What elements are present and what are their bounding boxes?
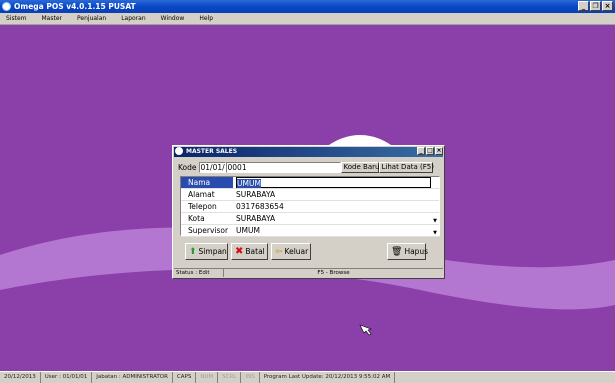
telepon-label: Telepon xyxy=(188,202,217,211)
simpan-button[interactable]: ⬆ Simpan xyxy=(185,243,228,260)
save-icon: ⬆ xyxy=(189,246,197,257)
form-row-nama[interactable]: Nama UMUM xyxy=(181,177,439,189)
menu-sistem[interactable]: Sistem xyxy=(6,15,27,22)
menu-penjualan[interactable]: Penjualan xyxy=(77,15,106,22)
status-date: 20/12/2013 xyxy=(0,372,41,383)
kode-prefix-field[interactable]: 01/01/ xyxy=(198,161,226,173)
kode-field[interactable]: 0001 xyxy=(225,161,341,173)
dialog-statusbar: Status : Edit F5 - Browse xyxy=(174,268,443,277)
master-sales-dialog: MASTER SALES _ □ × Kode 01/01/ 0001 Kode… xyxy=(172,145,445,279)
kota-field[interactable]: SURABAYA xyxy=(236,213,431,224)
form-row-supervisor[interactable]: Supervisor UMUM ▼ xyxy=(181,225,439,237)
status-last-update: Program Last Update: 20/12/2013 9:55:02 … xyxy=(260,372,396,383)
simpan-label: Simpan xyxy=(198,247,227,256)
app-title: Omega POS v4.0.1.15 PUSAT xyxy=(14,2,136,11)
batal-label: Batal xyxy=(245,247,265,256)
menu-window[interactable]: Window xyxy=(161,15,185,22)
status-caps: CAPS xyxy=(173,372,197,383)
exit-icon: ⇦ xyxy=(275,246,283,257)
dialog-status-mode: Status : Edit xyxy=(174,269,224,277)
keluar-button[interactable]: ⇦ Keluar xyxy=(271,243,311,260)
nama-label: Nama xyxy=(181,177,233,188)
status-num: NUM xyxy=(196,372,219,383)
form-row-alamat[interactable]: Alamat SURABAYA xyxy=(181,189,439,201)
hapus-button[interactable]: 🗑 Hapus xyxy=(387,243,429,260)
kode-baru-button[interactable]: Kode Baru xyxy=(340,161,379,173)
status-scrl: SCRL xyxy=(218,372,242,383)
app-icon xyxy=(2,2,11,11)
supervisor-field[interactable]: UMUM xyxy=(236,225,431,236)
restore-button[interactable]: ❐ xyxy=(590,1,601,11)
telepon-field[interactable]: 0317683654 xyxy=(236,201,431,212)
menu-laporan[interactable]: Laporan xyxy=(121,15,145,22)
status-user: User : 01/01/01 xyxy=(41,372,93,383)
app-statusbar: 20/12/2013 User : 01/01/01 Jabatan : ADM… xyxy=(0,371,615,383)
dialog-close-button[interactable]: × xyxy=(435,147,443,155)
form-row-telepon[interactable]: Telepon 0317683654 xyxy=(181,201,439,213)
kota-label: Kota xyxy=(188,214,205,223)
menu-help[interactable]: Help xyxy=(199,15,213,22)
dialog-icon xyxy=(175,147,183,155)
cancel-icon: ✖ xyxy=(235,246,244,257)
alamat-field[interactable]: SURABAYA xyxy=(236,189,431,200)
dialog-minimize-button[interactable]: _ xyxy=(417,147,425,155)
menu-master[interactable]: Master xyxy=(42,15,63,22)
form-row-kota[interactable]: Kota SURABAYA ▼ xyxy=(181,213,439,225)
hapus-label: Hapus xyxy=(404,247,429,256)
status-jabatan: Jabatan : ADMINISTRATOR xyxy=(92,372,173,383)
dialog-title: MASTER SALES xyxy=(174,147,443,157)
close-button[interactable]: × xyxy=(602,1,613,11)
supervisor-dropdown-icon[interactable]: ▼ xyxy=(433,228,437,239)
nama-field[interactable]: UMUM xyxy=(236,177,431,188)
app-titlebar: Omega POS v4.0.1.15 PUSAT _ ❐ × xyxy=(0,0,615,13)
lihat-data-button[interactable]: Lihat Data (F5) xyxy=(378,161,434,173)
minimize-button[interactable]: _ xyxy=(578,1,589,11)
supervisor-label: Supervisor xyxy=(188,226,229,235)
status-ins: INS xyxy=(241,372,260,383)
dialog-maximize-button[interactable]: □ xyxy=(426,147,434,155)
dialog-status-hint: F5 - Browse xyxy=(317,270,350,276)
trash-icon: 🗑 xyxy=(391,246,403,257)
sales-form-grid: Nama UMUM Alamat SURABAYA Telepon 031768… xyxy=(180,176,440,237)
keluar-label: Keluar xyxy=(284,247,309,256)
kode-label: Kode xyxy=(178,162,197,172)
batal-button[interactable]: ✖ Batal xyxy=(231,243,268,260)
alamat-label: Alamat xyxy=(188,190,215,199)
menubar: Sistem Master Penjualan Laporan Window H… xyxy=(0,13,615,25)
